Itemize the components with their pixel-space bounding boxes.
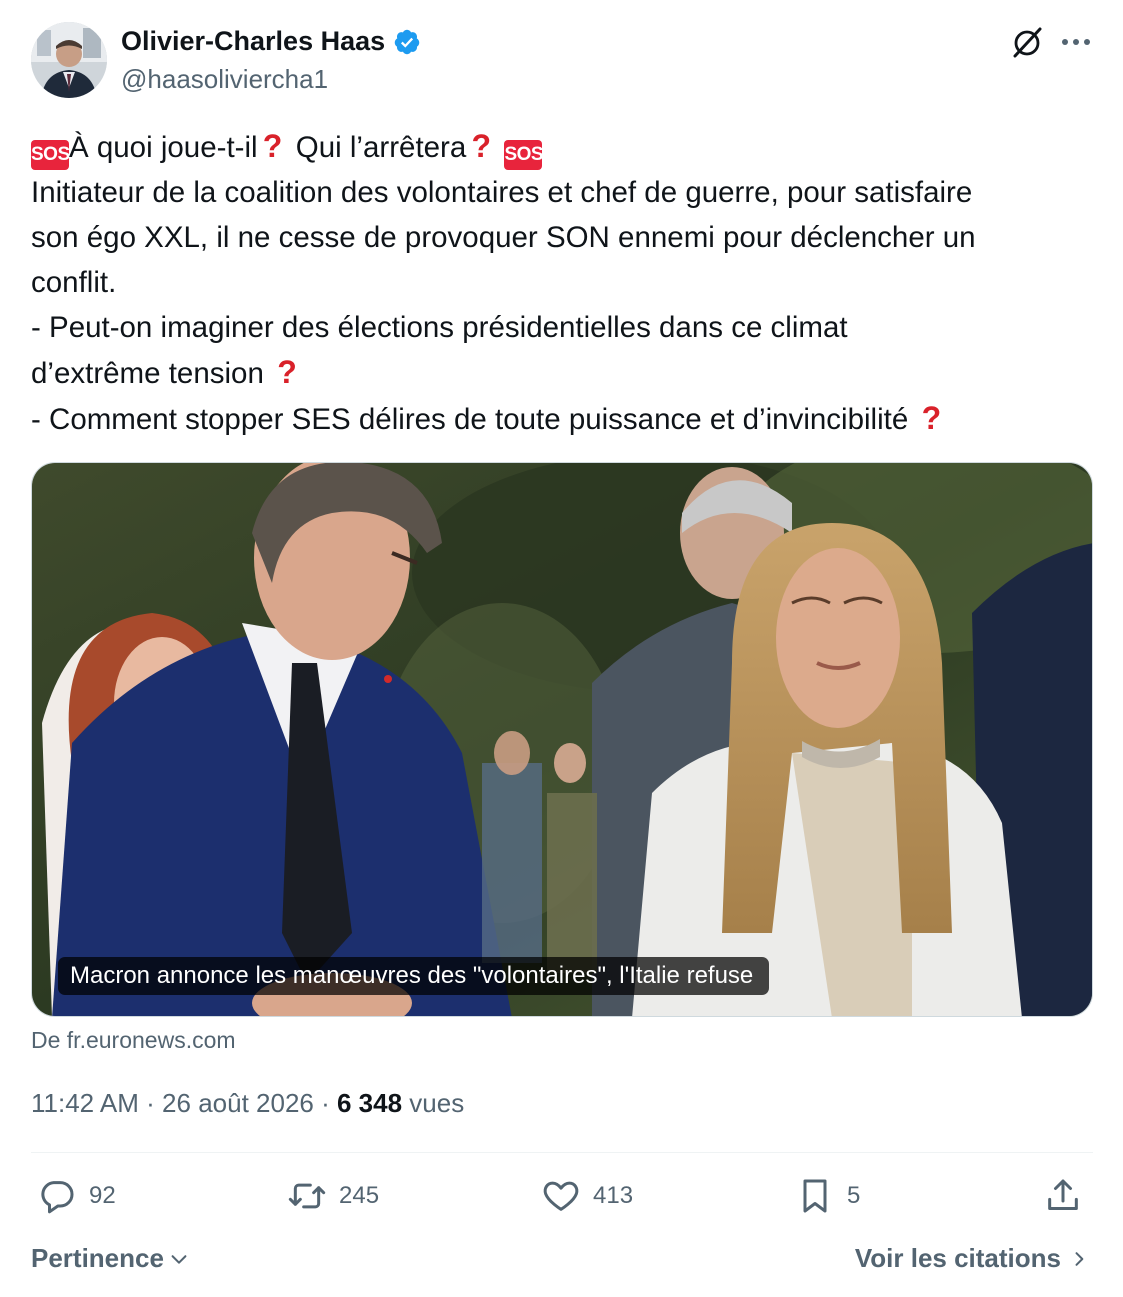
author-handle[interactable]: @haasoliviercha1 <box>121 64 328 95</box>
sos-emoji-icon: SOS <box>504 140 544 170</box>
question-emoji-icon: ? <box>262 128 283 164</box>
tweet-line-1: SOSÀ quoi joue-t-il? Qui l’arrêtera? SOS <box>31 124 1101 170</box>
repost-count: 245 <box>339 1182 380 1209</box>
reply-icon <box>41 1181 74 1214</box>
meta-separator: · <box>313 1088 337 1118</box>
like-button[interactable]: 413 <box>541 1176 633 1216</box>
sort-replies-dropdown[interactable]: Pertinence <box>31 1243 190 1274</box>
meta-separator: · <box>138 1088 163 1118</box>
tweet-line-6: d’extrême tension ? <box>31 350 1101 396</box>
tweet-time[interactable]: 11:42 AM <box>31 1088 139 1118</box>
like-count: 413 <box>593 1182 634 1209</box>
share-icon <box>1048 1179 1078 1210</box>
grok-icon[interactable] <box>1009 24 1045 60</box>
more-icon[interactable] <box>1059 28 1093 56</box>
author-name-row: Olivier-Charles Haas <box>121 26 421 57</box>
divider <box>31 1152 1093 1153</box>
heart-icon <box>543 1181 579 1211</box>
bookmark-icon <box>803 1179 827 1213</box>
tweet-line-4: conflit. <box>31 266 117 299</box>
news-photo <box>32 463 1092 1016</box>
question-emoji-icon: ? <box>277 354 297 390</box>
views-count: 6 348 <box>336 1088 403 1118</box>
tweet-line-2: Initiateur de la coalition des volontair… <box>31 176 973 209</box>
action-bar: 92 245 413 5 <box>31 1176 1093 1224</box>
tweet-line-7: - Comment stopper SES délires de toute p… <box>31 396 1101 442</box>
tweet-line-3: son égo XXL, il ne cesse de provoquer SO… <box>31 221 976 254</box>
tweet-line-6-text: d’extrême tension <box>31 357 273 390</box>
tweet-text: SOSÀ quoi joue-t-il? Qui l’arrêtera? SOS… <box>31 124 1101 442</box>
repost-icon <box>288 1183 326 1209</box>
sort-label: Pertinence <box>31 1243 164 1273</box>
bookmark-count: 5 <box>847 1182 861 1209</box>
views-label: vues <box>402 1088 465 1118</box>
chevron-down-icon <box>171 1254 187 1264</box>
avatar[interactable] <box>31 22 107 98</box>
tweet-line-5: - Peut-on imaginer des élections préside… <box>31 311 848 344</box>
chevron-right-icon <box>1075 1251 1084 1266</box>
link-card-image[interactable]: Macron annonce les manœuvres des "volont… <box>31 462 1093 1017</box>
share-button[interactable] <box>1043 1176 1083 1216</box>
view-quotes-link[interactable]: Voir les citations <box>855 1243 1089 1274</box>
tweet-date[interactable]: 26 août 2026 <box>162 1088 314 1118</box>
tweet-line-1-b: Qui l’arrêtera <box>287 131 467 164</box>
author-name[interactable]: Olivier-Charles Haas <box>121 26 385 57</box>
tweet-line-7-text: - Comment stopper SES délires de toute p… <box>31 403 917 436</box>
view-quotes-label: Voir les citations <box>854 1243 1061 1273</box>
question-emoji-icon: ? <box>471 128 492 164</box>
repost-button[interactable]: 245 <box>287 1176 379 1216</box>
reply-button[interactable]: 92 <box>37 1176 116 1216</box>
tweet-metadata: 11:42 AM · 26 août 2026 · 6 348 vues <box>31 1088 464 1119</box>
verified-badge-icon[interactable] <box>393 28 421 56</box>
link-source[interactable]: De fr.euronews.com <box>31 1027 236 1054</box>
reply-count: 92 <box>89 1182 116 1209</box>
tweet-header: Olivier-Charles Haas @haasoliviercha1 <box>31 22 1093 102</box>
link-card-caption[interactable]: Macron annonce les manœuvres des "volont… <box>58 957 770 995</box>
question-emoji-icon: ? <box>921 400 942 436</box>
bookmark-button[interactable]: 5 <box>795 1176 860 1216</box>
sos-emoji-icon: SOS <box>31 140 70 170</box>
tweet-line-1-a: À quoi joue-t-il <box>69 131 258 164</box>
